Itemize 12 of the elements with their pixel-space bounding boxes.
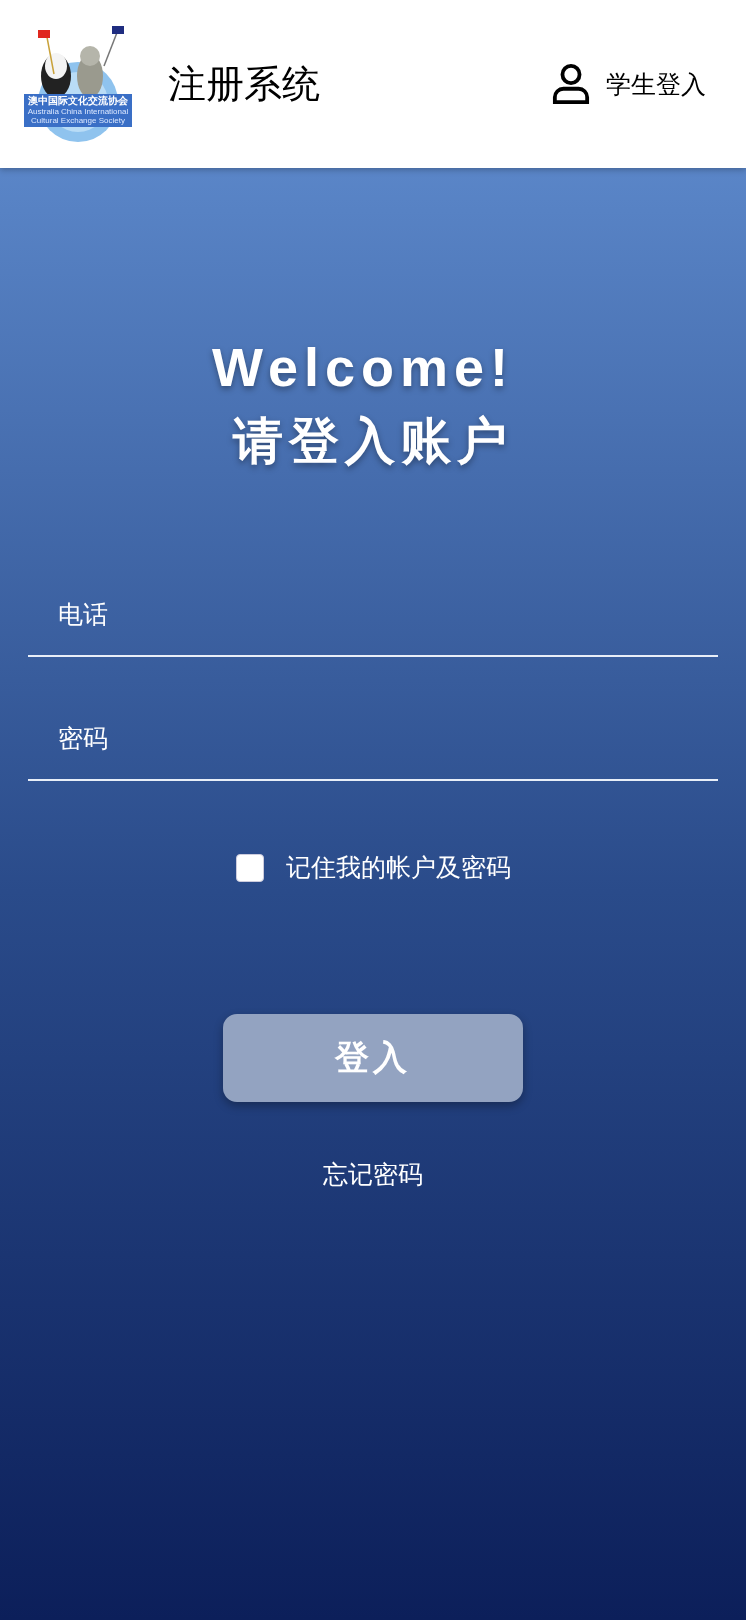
welcome-heading: Welcome! xyxy=(211,336,515,398)
input-field[interactable]: 密码 xyxy=(28,697,718,781)
remember-checkbox[interactable] xyxy=(235,853,264,882)
app-title: 注册系统 xyxy=(168,60,321,108)
forgot-password-link[interactable]: 忘记密码 xyxy=(323,1158,423,1191)
input-field[interactable]: 电话 xyxy=(28,573,718,657)
login-heading: 请登入账户 xyxy=(233,411,513,472)
logo-subtitle: Australia China International Cultural Exchange Society xyxy=(26,107,130,125)
user-icon xyxy=(552,63,590,105)
logo-text: 澳中国际文化交流协会 xyxy=(27,95,129,107)
remember-label: 记住我的帐户及密码 xyxy=(285,852,511,884)
student-login-link[interactable]: 学生登入 xyxy=(552,63,706,105)
